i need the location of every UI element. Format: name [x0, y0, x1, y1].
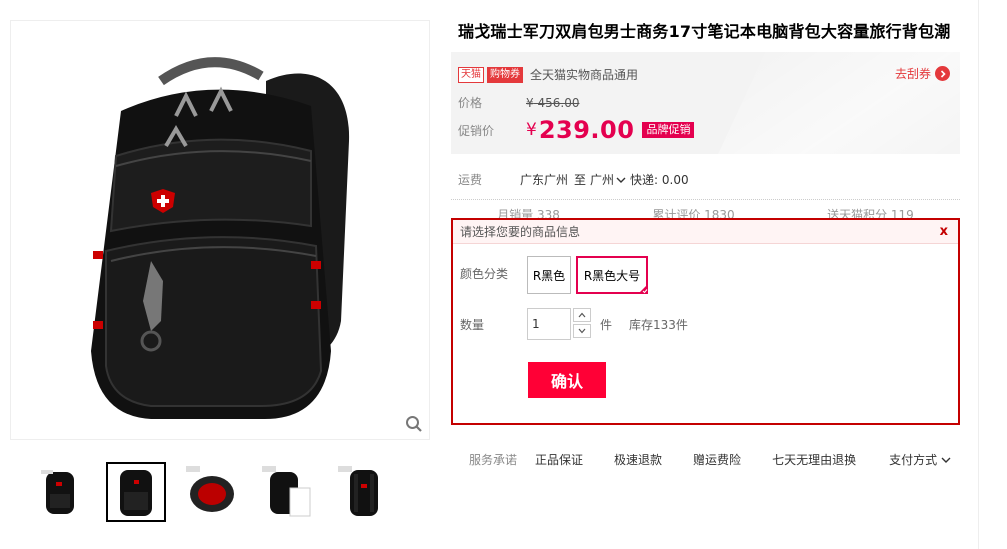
shipping-fee: 快递: 0.00 — [630, 173, 689, 187]
coupon-row: 天猫 购物券 全天猫实物商品通用 — [458, 66, 638, 83]
service-shipping-insurance[interactable]: 赠运费险 — [693, 451, 741, 468]
ship-to-word: 至 — [574, 173, 587, 187]
sku-option-black[interactable]: R黑色 — [527, 256, 571, 294]
ship-from: 广东广州 — [520, 173, 569, 187]
backpack-image — [91, 57, 350, 420]
chevron-down-icon — [941, 457, 951, 463]
get-coupon-label: 去刮券 — [894, 67, 931, 81]
shipping-row: 运费 广东广州 至 广州 快递: 0.00 — [458, 171, 689, 188]
sku-option-black-large[interactable]: R黑色大号 — [576, 256, 648, 294]
selected-check-icon — [638, 284, 648, 294]
sku-selection-popup: 请选择您要的商品信息 x 颜色分类 R黑色 R黑色大号 数量 件 库存133件 … — [451, 218, 960, 425]
quantity-label: 数量 — [460, 318, 485, 332]
quantity-unit: 件 — [600, 318, 613, 332]
divider — [451, 199, 960, 200]
thumbnail[interactable] — [182, 462, 242, 522]
promo-price-row: 促销价 ¥ 239.00 品牌促销 — [458, 116, 695, 144]
quantity-input[interactable] — [527, 308, 571, 340]
service-7day-return[interactable]: 七天无理由退换 — [772, 451, 856, 468]
chevron-right-icon — [935, 66, 950, 81]
quantity-decrease-button[interactable] — [573, 324, 591, 338]
chevron-down-icon — [578, 328, 586, 334]
chevron-down-icon — [616, 177, 626, 183]
product-title: 瑞戈瑞士军刀双肩包男士商务17寸笔记本电脑背包大容量旅行背包潮 — [458, 22, 951, 41]
get-coupon-link[interactable]: 去刮券 — [895, 65, 950, 82]
thumbnail[interactable] — [334, 462, 394, 522]
popup-header: 请选择您要的商品信息 x — [453, 220, 958, 244]
payment-methods-dropdown[interactable]: 支付方式 — [889, 451, 951, 468]
confirm-button[interactable]: 确认 — [528, 362, 606, 398]
close-icon[interactable]: x — [940, 224, 948, 239]
service-label: 服务承诺 — [469, 453, 518, 467]
thumbnail-strip — [30, 462, 394, 522]
coupon-text: 全天猫实物商品通用 — [530, 68, 639, 82]
promo-price-label: 促销价 — [458, 123, 495, 138]
coupon-tag: 购物券 — [487, 66, 523, 83]
quantity-increase-button[interactable] — [573, 308, 591, 322]
service-fast-refund[interactable]: 极速退款 — [614, 451, 662, 468]
thumbnail-active[interactable] — [106, 462, 166, 522]
color-label: 颜色分类 — [460, 267, 509, 281]
service-genuine[interactable]: 正品保证 — [535, 451, 583, 468]
original-price: ¥ 456.00 — [526, 95, 580, 110]
thumbnail[interactable] — [258, 462, 318, 522]
price-panel: 天猫 购物券 全天猫实物商品通用 去刮券 价格 ¥ 456.00 促销价 ¥ 2… — [451, 52, 960, 154]
thumbnail[interactable] — [30, 462, 90, 522]
stock-count: 库存133件 — [629, 318, 688, 332]
currency-symbol: ¥ — [526, 120, 537, 140]
popup-title: 请选择您要的商品信息 — [460, 225, 581, 239]
chevron-up-icon — [578, 312, 586, 318]
ship-to-select[interactable]: 广州 — [590, 171, 626, 188]
shipping-label: 运费 — [458, 173, 483, 187]
service-row: 服务承诺 正品保证 极速退款 赠运费险 七天无理由退换 支付方式 — [469, 451, 951, 468]
promo-price: 239.00 — [538, 116, 635, 144]
original-price-row: 价格 ¥ 456.00 — [458, 94, 579, 111]
price-label: 价格 — [458, 96, 483, 110]
main-product-image[interactable] — [10, 20, 430, 440]
page-border — [978, 0, 979, 549]
zoom-icon[interactable] — [405, 415, 423, 433]
brand-promo-badge: 品牌促销 — [642, 122, 695, 138]
tmall-tag: 天猫 — [458, 66, 484, 83]
